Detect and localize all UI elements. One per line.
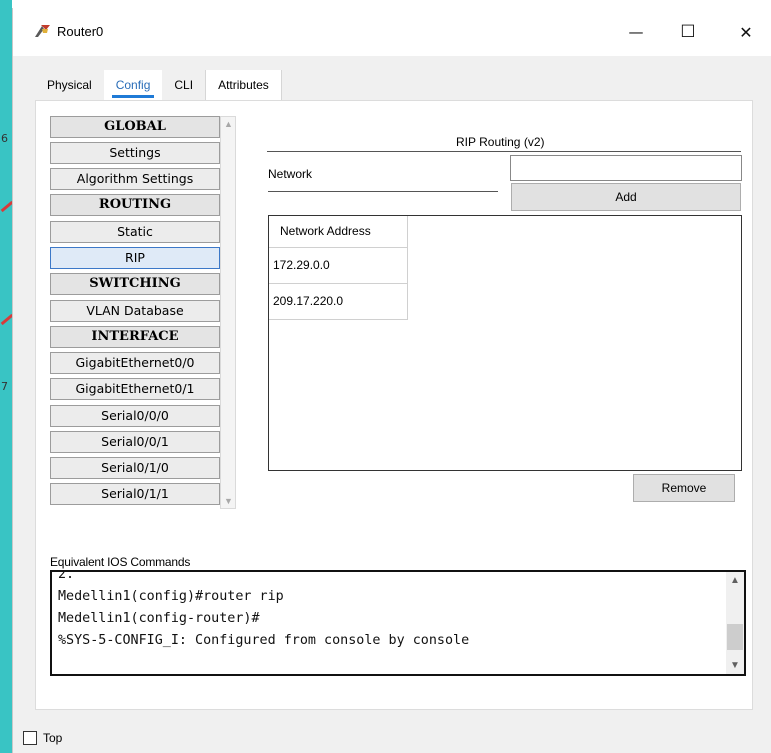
console-line: Medellin1(config)#router rip — [58, 589, 284, 604]
minimize-button[interactable]: — — [613, 16, 659, 48]
remove-button[interactable]: Remove — [633, 474, 735, 502]
tab-bar: Physical Config CLI Attributes — [35, 70, 282, 100]
ios-commands-console[interactable]: 2. Medellin1(config)#router rip Medellin… — [50, 570, 746, 676]
network-address-list: Network Address 172.29.0.0 209.17.220.0 — [268, 215, 742, 471]
router-config-window: Router0 — ☐ ✕ Physical Config CLI Attrib… — [12, 8, 771, 753]
scroll-down-icon[interactable]: ▼ — [224, 496, 233, 506]
sidebar-item-serial0-0-1[interactable]: Serial0/0/1 — [50, 431, 220, 453]
background-network-canvas: 6 7 — [0, 0, 14, 753]
sidebar-item-serial0-1-0[interactable]: Serial0/1/0 — [50, 457, 220, 479]
close-icon: ✕ — [739, 22, 753, 42]
sidebar-header-interface: INTERFACE — [50, 326, 220, 348]
console-line: Medellin1(config-router)# — [58, 611, 260, 626]
tab-config[interactable]: Config — [103, 70, 163, 100]
add-button[interactable]: Add — [511, 183, 741, 211]
window-title: Router0 — [57, 24, 104, 39]
window-client-area: Physical Config CLI Attributes GLOBAL Se… — [13, 56, 771, 753]
sidebar-header-global: GLOBAL — [50, 116, 220, 138]
sidebar-item-settings[interactable]: Settings — [50, 142, 220, 164]
sidebar-item-rip[interactable]: RIP — [50, 247, 220, 269]
console-line: %SYS-5-CONFIG_I: Configured from console… — [58, 633, 470, 648]
network-address-header: Network Address — [269, 216, 408, 248]
sidebar-header-switching: SWITCHING — [50, 273, 220, 295]
maximize-icon: ☐ — [680, 22, 696, 42]
network-address-row[interactable]: 209.17.220.0 — [269, 284, 408, 320]
scroll-down-icon[interactable]: ▼ — [730, 660, 740, 671]
top-checkbox-label: Top — [43, 731, 63, 745]
network-address-column: Network Address 172.29.0.0 209.17.220.0 — [269, 216, 408, 320]
sidebar-item-gigabitethernet0-1[interactable]: GigabitEthernet0/1 — [50, 378, 220, 400]
ios-commands-label: Equivalent IOS Commands — [50, 555, 191, 569]
sidebar-header-routing: ROUTING — [50, 194, 220, 216]
tab-cli[interactable]: CLI — [162, 70, 205, 100]
divider — [267, 151, 741, 152]
sidebar-item-gigabitethernet0-0[interactable]: GigabitEthernet0/0 — [50, 352, 220, 374]
network-address-row[interactable]: 172.29.0.0 — [269, 248, 408, 284]
footer-bar: Top — [13, 718, 771, 753]
sidebar-scrollbar[interactable]: ▲ ▼ — [220, 116, 236, 509]
config-panel: GLOBAL Settings Algorithm Settings ROUTI… — [35, 100, 753, 710]
console-line: 2. — [58, 570, 75, 582]
scrollbar-thumb[interactable] — [727, 624, 743, 650]
title-bar: Router0 — ☐ ✕ — [13, 8, 771, 56]
router-app-icon — [35, 25, 50, 37]
sidebar-item-algorithm-settings[interactable]: Algorithm Settings — [50, 168, 220, 190]
network-label: Network — [268, 167, 313, 181]
sidebar-item-serial0-1-1[interactable]: Serial0/1/1 — [50, 483, 220, 505]
config-sidebar: GLOBAL Settings Algorithm Settings ROUTI… — [50, 116, 236, 521]
scroll-up-icon[interactable]: ▲ — [730, 575, 740, 586]
top-checkbox[interactable] — [23, 731, 37, 745]
background-label: 6 — [1, 132, 8, 145]
sidebar-item-vlan-database[interactable]: VLAN Database — [50, 300, 220, 322]
tab-physical[interactable]: Physical — [35, 70, 104, 100]
sidebar-item-static[interactable]: Static — [50, 221, 220, 243]
maximize-button[interactable]: ☐ — [665, 16, 711, 48]
console-scrollbar[interactable]: ▲ ▼ — [726, 572, 744, 674]
network-input[interactable] — [510, 155, 742, 181]
divider — [268, 191, 498, 192]
tab-attributes[interactable]: Attributes — [205, 70, 282, 100]
minimize-icon: — — [628, 23, 644, 41]
background-label: 7 — [1, 380, 8, 393]
scroll-up-icon[interactable]: ▲ — [224, 119, 233, 129]
console-text: 2. Medellin1(config)#router rip Medellin… — [58, 570, 470, 652]
sidebar-item-serial0-0-0[interactable]: Serial0/0/0 — [50, 405, 220, 427]
close-button[interactable]: ✕ — [723, 16, 769, 48]
rip-section-title: RIP Routing (v2) — [456, 135, 545, 149]
